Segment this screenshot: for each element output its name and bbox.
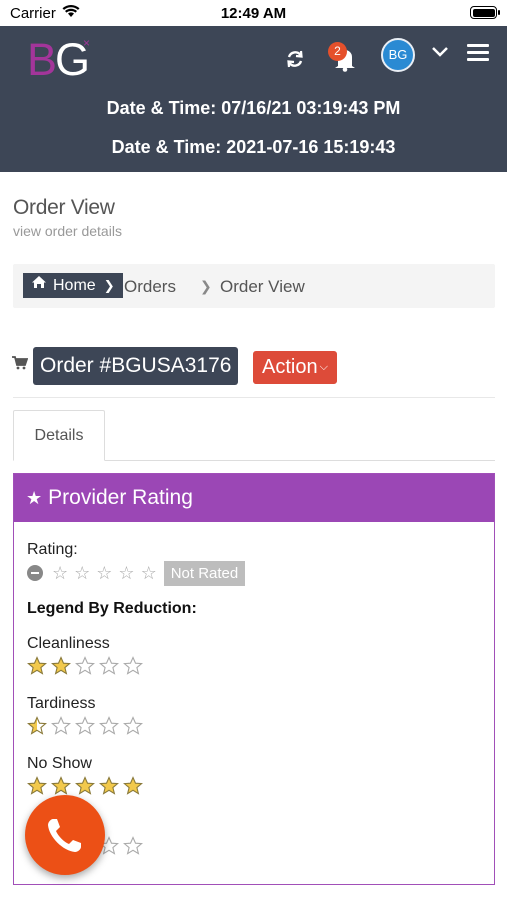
action-dropdown-button[interactable]: Action ⌵ [253,351,337,384]
app-header: B G × 2 BG Date & Time: 07/16/21 03:19:43 … [0,26,507,172]
page-subtitle: view order details [13,223,122,239]
not-rated-badge: Not Rated [163,560,246,586]
legend-stars-tardiness [27,716,147,740]
legend-star-icon [123,716,143,735]
notifications-bell-icon[interactable]: 2 [328,42,360,72]
divider [13,397,495,398]
legend-star-icon [99,656,119,675]
call-button[interactable] [25,795,105,875]
clear-rating-icon[interactable] [27,565,43,581]
panel-header: ★ Provider Rating [14,474,494,522]
phone-icon [48,819,81,852]
rating-star-1[interactable]: ☆ [52,563,68,583]
tab-details[interactable]: Details [13,410,105,461]
legend-star-icon [75,716,95,735]
status-bar: Carrier 12:49 AM [0,0,507,26]
legend-star-icon [99,716,119,735]
legend-label-tardiness: Tardiness [27,695,96,712]
rating-star-4[interactable]: ☆ [118,563,134,583]
refresh-icon[interactable] [284,48,306,70]
rating-star-5[interactable]: ☆ [141,563,157,583]
cart-icon [12,356,29,375]
legend-star-icon [123,776,143,795]
legend-star-icon [51,776,71,795]
rating-star-3[interactable]: ☆ [96,563,112,583]
rating-label: Rating: [27,541,78,558]
breadcrumb-current: Order View [220,277,305,296]
bg-logo[interactable]: B G × [27,34,102,86]
legend-star-icon [51,716,71,735]
battery-icon [470,6,500,19]
legend-title: Legend By Reduction: [27,600,197,617]
breadcrumb-home-label: Home [53,277,96,294]
hamburger-menu-icon[interactable] [467,44,489,62]
datetime-iso: Date & Time: 2021-07-16 15:19:43 [111,137,396,157]
star-icon: ★ [26,488,43,508]
panel-title: Provider Rating [48,486,193,509]
legend-star-icon [27,716,47,735]
legend-star-icon [27,776,47,795]
legend-star-icon [51,656,71,675]
legend-star-icon [75,776,95,795]
legend-label-no-show: No Show [27,755,92,772]
page-title: Order View [13,196,115,219]
legend-star-icon [123,656,143,675]
legend-star-icon [123,836,143,855]
chevron-right-icon: ❯ [103,278,115,293]
action-button-label: Action [262,356,318,378]
breadcrumb-home[interactable]: Home ❯ [23,273,123,298]
caret-down-icon: ⌵ [319,361,328,374]
rating-star-2[interactable]: ☆ [74,563,90,583]
notification-count-badge: 2 [328,42,347,61]
legend-label-cleanliness: Cleanliness [27,635,110,652]
user-avatar[interactable]: BG [381,38,415,72]
legend-star-icon [27,656,47,675]
chevron-down-icon[interactable] [431,45,449,63]
home-icon [31,272,47,297]
datetime-local: Date & Time: 07/16/21 03:19:43 PM [106,98,401,118]
breadcrumb: Home ❯ Orders ❯ Order View [13,264,495,308]
chevron-right-icon: ❯ [200,278,212,294]
clock-label: 12:49 AM [220,5,287,22]
legend-star-icon [99,776,119,795]
legend-stars-no-show [27,776,147,800]
legend-stars-cleanliness [27,656,147,680]
order-number-label: Order #BGUSA3176 [33,347,239,385]
breadcrumb-orders[interactable]: Orders [124,277,176,297]
legend-star-icon [75,656,95,675]
rating-input: ☆ ☆ ☆ ☆ ☆ Not Rated [27,560,246,586]
